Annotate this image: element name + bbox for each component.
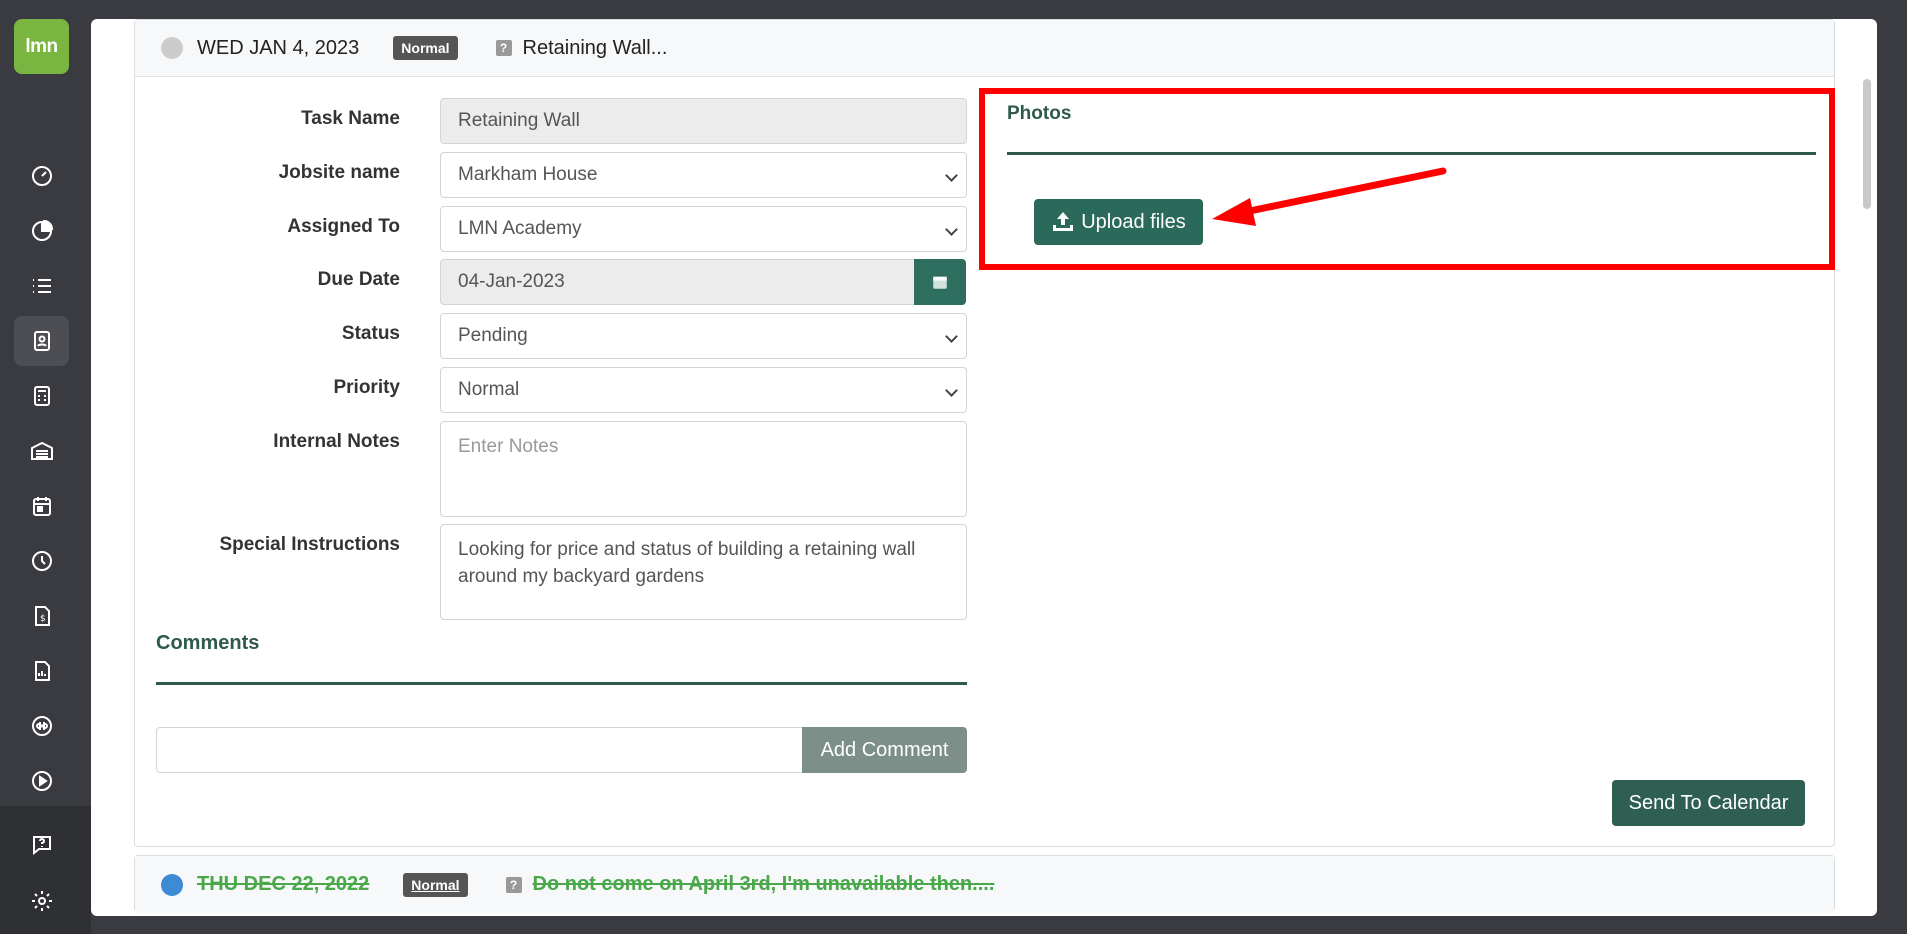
status-select[interactable]: Pending: [440, 313, 967, 359]
priority-select[interactable]: Normal: [440, 367, 967, 413]
nav-timesheets[interactable]: [14, 536, 69, 586]
lmn-logo[interactable]: lmn: [14, 19, 69, 74]
pie-chart-icon: [31, 219, 53, 241]
nav-reports[interactable]: [14, 206, 69, 256]
nav-dashboard[interactable]: [14, 151, 69, 201]
report-icon: [34, 661, 50, 681]
task-card-collapsed[interactable]: THU DEC 22, 2022 Normal ? Do not come on…: [134, 855, 1835, 913]
next-task-date: THU DEC 22, 2022: [197, 873, 370, 895]
priority-label: Priority: [333, 377, 400, 398]
assigned-label: Assigned To: [287, 216, 400, 237]
due-date-input[interactable]: 04-Jan-2023: [440, 259, 916, 305]
clock-icon: [31, 551, 52, 571]
clock-icon: [161, 37, 183, 59]
comment-input[interactable]: [156, 727, 803, 773]
calendar-icon: [933, 276, 947, 289]
add-comment-button[interactable]: Add Comment: [802, 727, 967, 773]
nav-list[interactable]: [14, 261, 69, 311]
priority-badge: Normal: [393, 36, 458, 60]
quickbooks-icon: [31, 716, 52, 736]
calendar-icon: [32, 497, 51, 516]
nav-estimates[interactable]: [14, 371, 69, 421]
invoice-icon: $: [34, 606, 50, 626]
task-name-input[interactable]: Retaining Wall: [440, 98, 967, 144]
jobsite-select[interactable]: Markham House: [440, 152, 967, 198]
task-name-label: Task Name: [301, 108, 400, 129]
nav-analytics[interactable]: [14, 646, 69, 696]
list-icon: [32, 279, 51, 293]
status-label: Status: [341, 323, 400, 344]
warehouse-icon: [30, 441, 53, 460]
task-header[interactable]: WED JAN 4, 2023 Normal ? Retaining Wall.…: [135, 20, 1834, 77]
nav-calendar[interactable]: [14, 481, 69, 531]
scrollbar[interactable]: [1863, 79, 1871, 209]
nav-quickbooks[interactable]: [14, 701, 69, 751]
help-chat-icon: [32, 836, 51, 856]
clock-icon: [161, 873, 183, 896]
left-nav: lmn $: [0, 0, 91, 934]
calculator-icon: [33, 386, 50, 406]
nav-invoices[interactable]: $: [14, 591, 69, 641]
date-picker-button[interactable]: [914, 259, 966, 305]
internal-notes-label: Internal Notes: [273, 431, 400, 452]
gauge-icon: [31, 166, 52, 186]
assigned-select[interactable]: LMN Academy: [440, 206, 967, 252]
nav-contacts[interactable]: [14, 316, 69, 366]
question-icon: ?: [495, 40, 512, 56]
due-date-label: Due Date: [317, 269, 400, 290]
next-priority-badge: Normal: [403, 872, 468, 897]
next-task-header[interactable]: THU DEC 22, 2022 Normal ? Do not come on…: [135, 856, 1834, 913]
nav-settings[interactable]: [14, 876, 69, 926]
question-icon: ?: [505, 876, 522, 893]
svg-text:$: $: [40, 614, 46, 624]
send-to-calendar-button[interactable]: Send To Calendar: [1612, 780, 1805, 826]
task-title: Retaining Wall...: [522, 36, 668, 59]
next-task-title: Do not come on April 3rd, I'm unavailabl…: [532, 873, 995, 895]
nav-warehouse[interactable]: [14, 426, 69, 476]
internal-notes-textarea[interactable]: Enter Notes: [440, 421, 967, 517]
special-instructions-textarea[interactable]: Looking for price and status of building…: [440, 524, 967, 620]
play-icon: [31, 771, 52, 791]
special-instructions-label: Special Instructions: [219, 534, 400, 555]
nav-videos[interactable]: [14, 756, 69, 806]
jobsite-label: Jobsite name: [278, 162, 400, 183]
task-date: WED JAN 4, 2023: [197, 36, 360, 59]
annotation-arrow: [1212, 167, 1447, 226]
nav-help[interactable]: [14, 820, 69, 870]
gear-icon: [31, 891, 52, 911]
contact-card-icon: [33, 331, 50, 351]
comments-title: Comments: [156, 632, 260, 654]
comments-divider: [156, 682, 967, 685]
